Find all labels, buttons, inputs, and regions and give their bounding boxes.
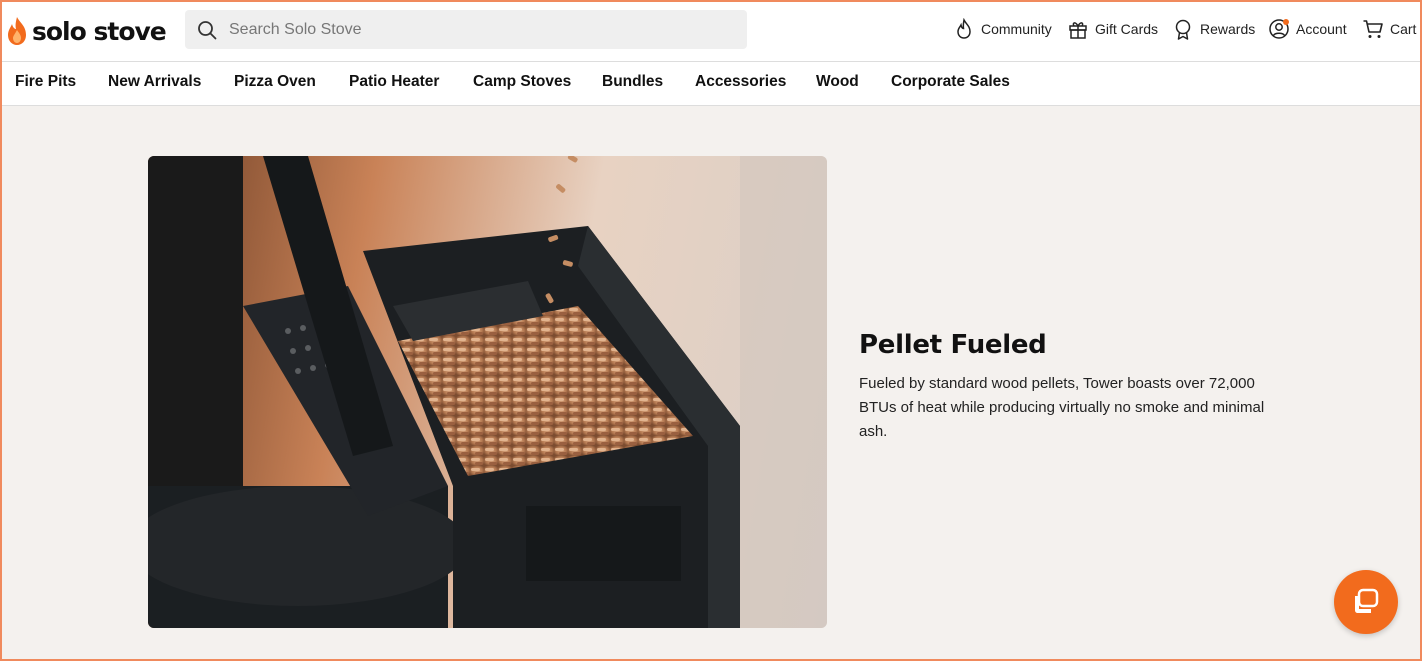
community-label: Community: [981, 21, 1052, 37]
flame-logo-icon: [8, 17, 26, 45]
rewards-label: Rewards: [1200, 21, 1256, 37]
main-nav: Fire Pits New Arrivals Pizza Oven Patio …: [0, 62, 1422, 106]
nav-item-new-arrivals[interactable]: New Arrivals: [108, 73, 201, 91]
cart-label: Cart: [1390, 21, 1417, 37]
gift-cards-label: Gift Cards: [1095, 21, 1159, 37]
nav-item-fire-pits[interactable]: Fire Pits: [15, 73, 76, 91]
gift-cards-link[interactable]: Gift Cards: [1067, 16, 1158, 42]
logo-wordmark: solo stove: [32, 16, 167, 46]
cart-icon: [1363, 20, 1383, 38]
chat-button[interactable]: [1334, 570, 1398, 634]
nav-item-corporate-sales[interactable]: Corporate Sales: [891, 73, 1010, 91]
rewards-link[interactable]: Rewards: [1172, 16, 1255, 42]
site-header: solo stove Community Gift Cards Rewards: [0, 0, 1422, 62]
pellet-hopper-photo: [148, 156, 827, 628]
flame-outline-icon: [957, 18, 971, 39]
nav-item-bundles[interactable]: Bundles: [602, 73, 663, 91]
account-link[interactable]: Account: [1268, 16, 1347, 42]
logo[interactable]: solo stove: [6, 14, 167, 48]
search-input[interactable]: [229, 20, 729, 39]
notification-dot: [1283, 19, 1289, 25]
account-label: Account: [1296, 21, 1347, 37]
nav-item-wood[interactable]: Wood: [816, 73, 859, 91]
nav-item-patio-heater[interactable]: Patio Heater: [349, 73, 439, 91]
feature-title: Pellet Fueled: [859, 330, 1047, 360]
feature-description: Fueled by standard wood pellets, Tower b…: [859, 375, 1265, 440]
nav-item-camp-stoves[interactable]: Camp Stoves: [473, 73, 571, 91]
community-link[interactable]: Community: [953, 16, 1052, 42]
ribbon-icon: [1175, 19, 1191, 40]
nav-item-pizza-oven[interactable]: Pizza Oven: [234, 73, 316, 91]
search-icon: [198, 20, 217, 39]
chat-icon: [1355, 588, 1379, 613]
cart-link[interactable]: Cart: [1362, 16, 1416, 42]
search-bar[interactable]: [185, 10, 747, 49]
gift-icon: [1069, 22, 1087, 39]
nav-item-accessories[interactable]: Accessories: [695, 73, 786, 91]
pellet-hopper-illustration: [148, 156, 827, 628]
